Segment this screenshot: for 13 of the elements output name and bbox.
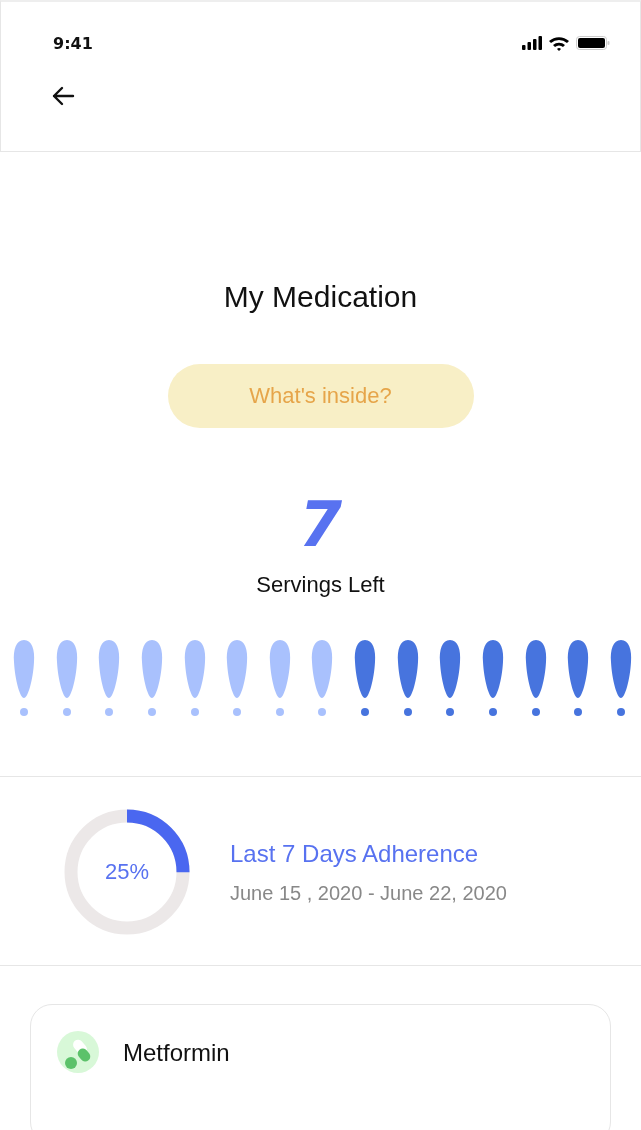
back-arrow-icon[interactable] [51,86,75,106]
pills-icon [57,1031,99,1073]
adherence-percent: 25% [103,859,150,885]
servings-label: Servings Left [256,572,385,598]
signal-icon [522,36,542,50]
medication-name: Metformin [123,1039,230,1067]
adherence-dates: June 15 , 2020 - June 22, 2020 [230,881,507,905]
adherence-title: Last 7 Days Adherence [230,839,480,868]
servings-count: 7 [298,494,343,556]
wifi-icon [548,35,570,51]
battery-icon [576,36,610,50]
status-time: 9:41 [53,33,93,53]
page-title: My Medication [223,280,418,314]
